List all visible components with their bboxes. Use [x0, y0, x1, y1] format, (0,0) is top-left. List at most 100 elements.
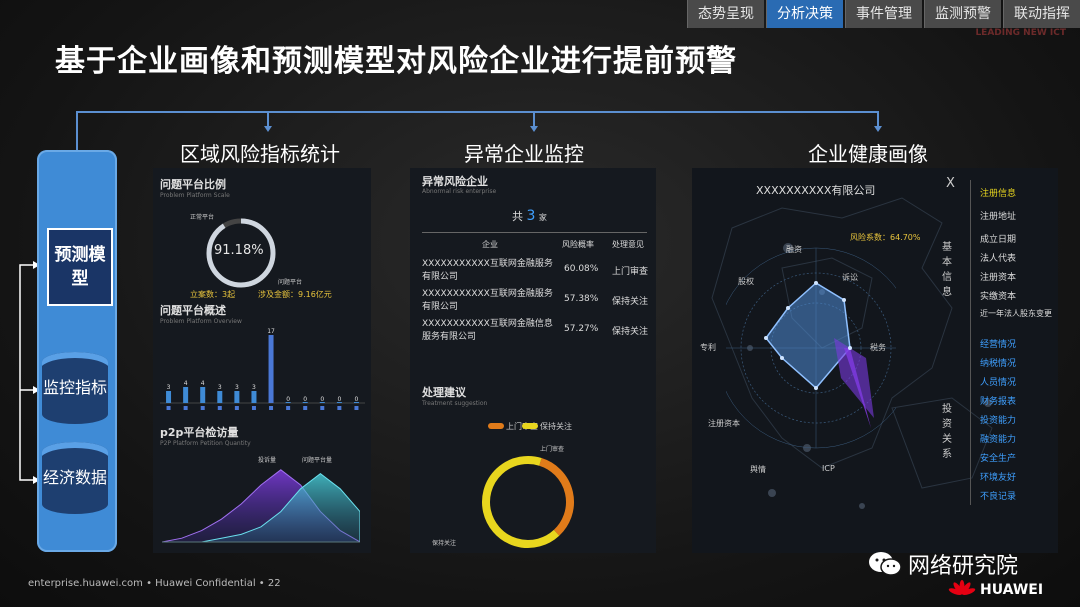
huawei-flower-icon	[948, 580, 976, 595]
profile-item-shareholder-change[interactable]: 近一年法人股东变更	[980, 308, 1052, 319]
bar	[217, 391, 223, 403]
header-probability: 风险概率	[562, 240, 594, 249]
radar-point	[764, 336, 768, 340]
bar-value-label: 0	[337, 396, 341, 403]
radar-label-financing: 融资	[786, 245, 802, 254]
bar-tick-marker	[337, 406, 342, 410]
donut-slice	[539, 458, 574, 536]
bar-tick-marker	[320, 406, 325, 410]
legend-swatch-watch	[522, 423, 538, 429]
profile-item-paid-capital[interactable]: 实缴资本	[980, 289, 1016, 302]
visit-area-chart	[162, 469, 360, 543]
profile-item-registration[interactable]: 注册信息	[980, 186, 1016, 199]
row-probability: 57.27%	[564, 324, 599, 334]
row-action: 保持关注	[612, 297, 649, 307]
huawei-logo: HUAWEI	[948, 580, 1043, 600]
bar-value-label: 17	[267, 328, 275, 335]
profile-item-bad-record[interactable]: 不良记录	[980, 489, 1016, 502]
bar-value-label: 0	[320, 396, 324, 403]
profile-item-address[interactable]: 注册地址	[980, 209, 1016, 222]
bar-value-label: 3	[252, 384, 256, 391]
case-amount: 涉及金额：9.16亿元	[258, 290, 332, 299]
donut-label-visit: 上门审查	[540, 446, 565, 453]
radar-label-capital: 注册资本	[708, 419, 740, 428]
ratio-center-value: 91.18%	[214, 243, 264, 258]
profile-item-tax[interactable]: 纳税情况	[980, 356, 1016, 369]
wechat-badge: 网络研究院	[868, 548, 1018, 580]
wechat-account-name: 网络研究院	[908, 554, 1019, 579]
bar	[166, 391, 172, 403]
row-probability: 57.38%	[564, 294, 599, 304]
header-enterprise: 企业	[482, 240, 498, 249]
row-probability: 60.08%	[564, 264, 599, 274]
bar-tick-marker	[269, 406, 274, 410]
profile-item-safety[interactable]: 安全生产	[980, 451, 1016, 464]
profile-item-founded[interactable]: 成立日期	[980, 232, 1016, 245]
radar-label-tax: 税务	[870, 343, 886, 352]
ratio-normal-label: 正常平台	[190, 214, 215, 221]
bar-tick-marker	[354, 406, 359, 410]
radar-risk-sector	[834, 338, 874, 418]
bar-tick-marker	[303, 406, 308, 410]
profile-company-name: XXXXXXXXXX有限公司	[756, 184, 876, 197]
header-action: 处理意见	[612, 240, 644, 249]
count-value: 3	[526, 208, 536, 224]
profile-item-operation[interactable]: 经营情况	[980, 337, 1016, 350]
ratio-title: 问题平台比例	[160, 178, 226, 191]
bar	[200, 387, 206, 403]
table-row[interactable]: XXXXXXXXXXX互联网金融服务有限公司	[422, 288, 558, 314]
footer-text: enterprise.huawei.com • Huawei Confident…	[28, 578, 281, 589]
bar-tick-marker	[166, 406, 171, 410]
category-basic: 基本信息	[942, 242, 952, 298]
radar-label-equity: 股权	[738, 277, 754, 286]
close-icon[interactable]: X	[946, 176, 955, 191]
profile-item-staff[interactable]: 人员情况	[980, 375, 1016, 388]
radar-point	[786, 306, 790, 310]
table-row[interactable]: XXXXXXXXXXX互联网金融服务有限公司	[422, 258, 558, 284]
donut-slice	[482, 456, 560, 548]
profile-item-legal-rep[interactable]: 法人代表	[980, 251, 1016, 264]
bar-value-label: 3	[235, 384, 239, 391]
profile-item-finance[interactable]: 财务报表	[980, 394, 1016, 407]
row-action: 保持关注	[612, 327, 649, 337]
bar	[268, 335, 274, 403]
radar-label-sentiment: 舆情	[750, 465, 766, 474]
abnormal-count-row: 共 3 家	[512, 208, 547, 224]
ratio-subtitle: Problem Platform Scale	[160, 192, 230, 199]
table-divider	[422, 232, 647, 233]
count-suffix: 家	[538, 213, 547, 222]
radar-shape	[765, 282, 851, 390]
visit-subtitle: P2P Platform Petition Quantity	[160, 440, 251, 447]
radar-label-icp: ICP	[822, 464, 835, 473]
wechat-icon	[869, 552, 902, 576]
advice-title: 处理建议	[422, 386, 466, 399]
bar-value-label: 0	[303, 396, 307, 403]
section-title-regional: 区域风险指标统计	[180, 142, 340, 166]
row-action: 上门审查	[612, 267, 649, 277]
table-row[interactable]: XXXXXXXXXXX互联网金融信息服务有限公司	[422, 318, 558, 344]
radar-point	[842, 298, 846, 302]
profile-divider	[970, 180, 971, 505]
monitoring-indicator-cylinder: 监控指标	[42, 352, 108, 424]
bar-value-label: 4	[201, 380, 205, 387]
overview-bar-chart: 3 4 4 3 3 3 17 0 0 0 0 0	[160, 328, 365, 410]
risk-coefficient: 风险系数：64.70%	[850, 233, 921, 242]
section-title-abnormal: 异常企业监控	[464, 142, 584, 166]
bar-tick-marker	[234, 406, 239, 410]
profile-item-investment[interactable]: 投资能力	[980, 413, 1016, 426]
profile-item-environment[interactable]: 环境友好	[980, 470, 1016, 483]
radar-point	[814, 386, 818, 390]
bar-value-label: 4	[184, 380, 188, 387]
bar	[234, 391, 240, 403]
profile-item-financing[interactable]: 融资能力	[980, 432, 1016, 445]
bar-tick-marker	[251, 406, 256, 410]
visit-title: p2p平台检访量	[160, 426, 239, 439]
prediction-model-box: 预测模型	[47, 228, 113, 306]
bar-tick-marker	[200, 406, 205, 410]
case-count: 立案数：3起	[190, 290, 236, 299]
radar-point	[848, 346, 852, 350]
profile-item-reg-capital[interactable]: 注册资本	[980, 270, 1016, 283]
radar-point	[814, 281, 818, 285]
section-title-health: 企业健康画像	[808, 142, 928, 166]
bar-value-label: 0	[355, 396, 359, 403]
